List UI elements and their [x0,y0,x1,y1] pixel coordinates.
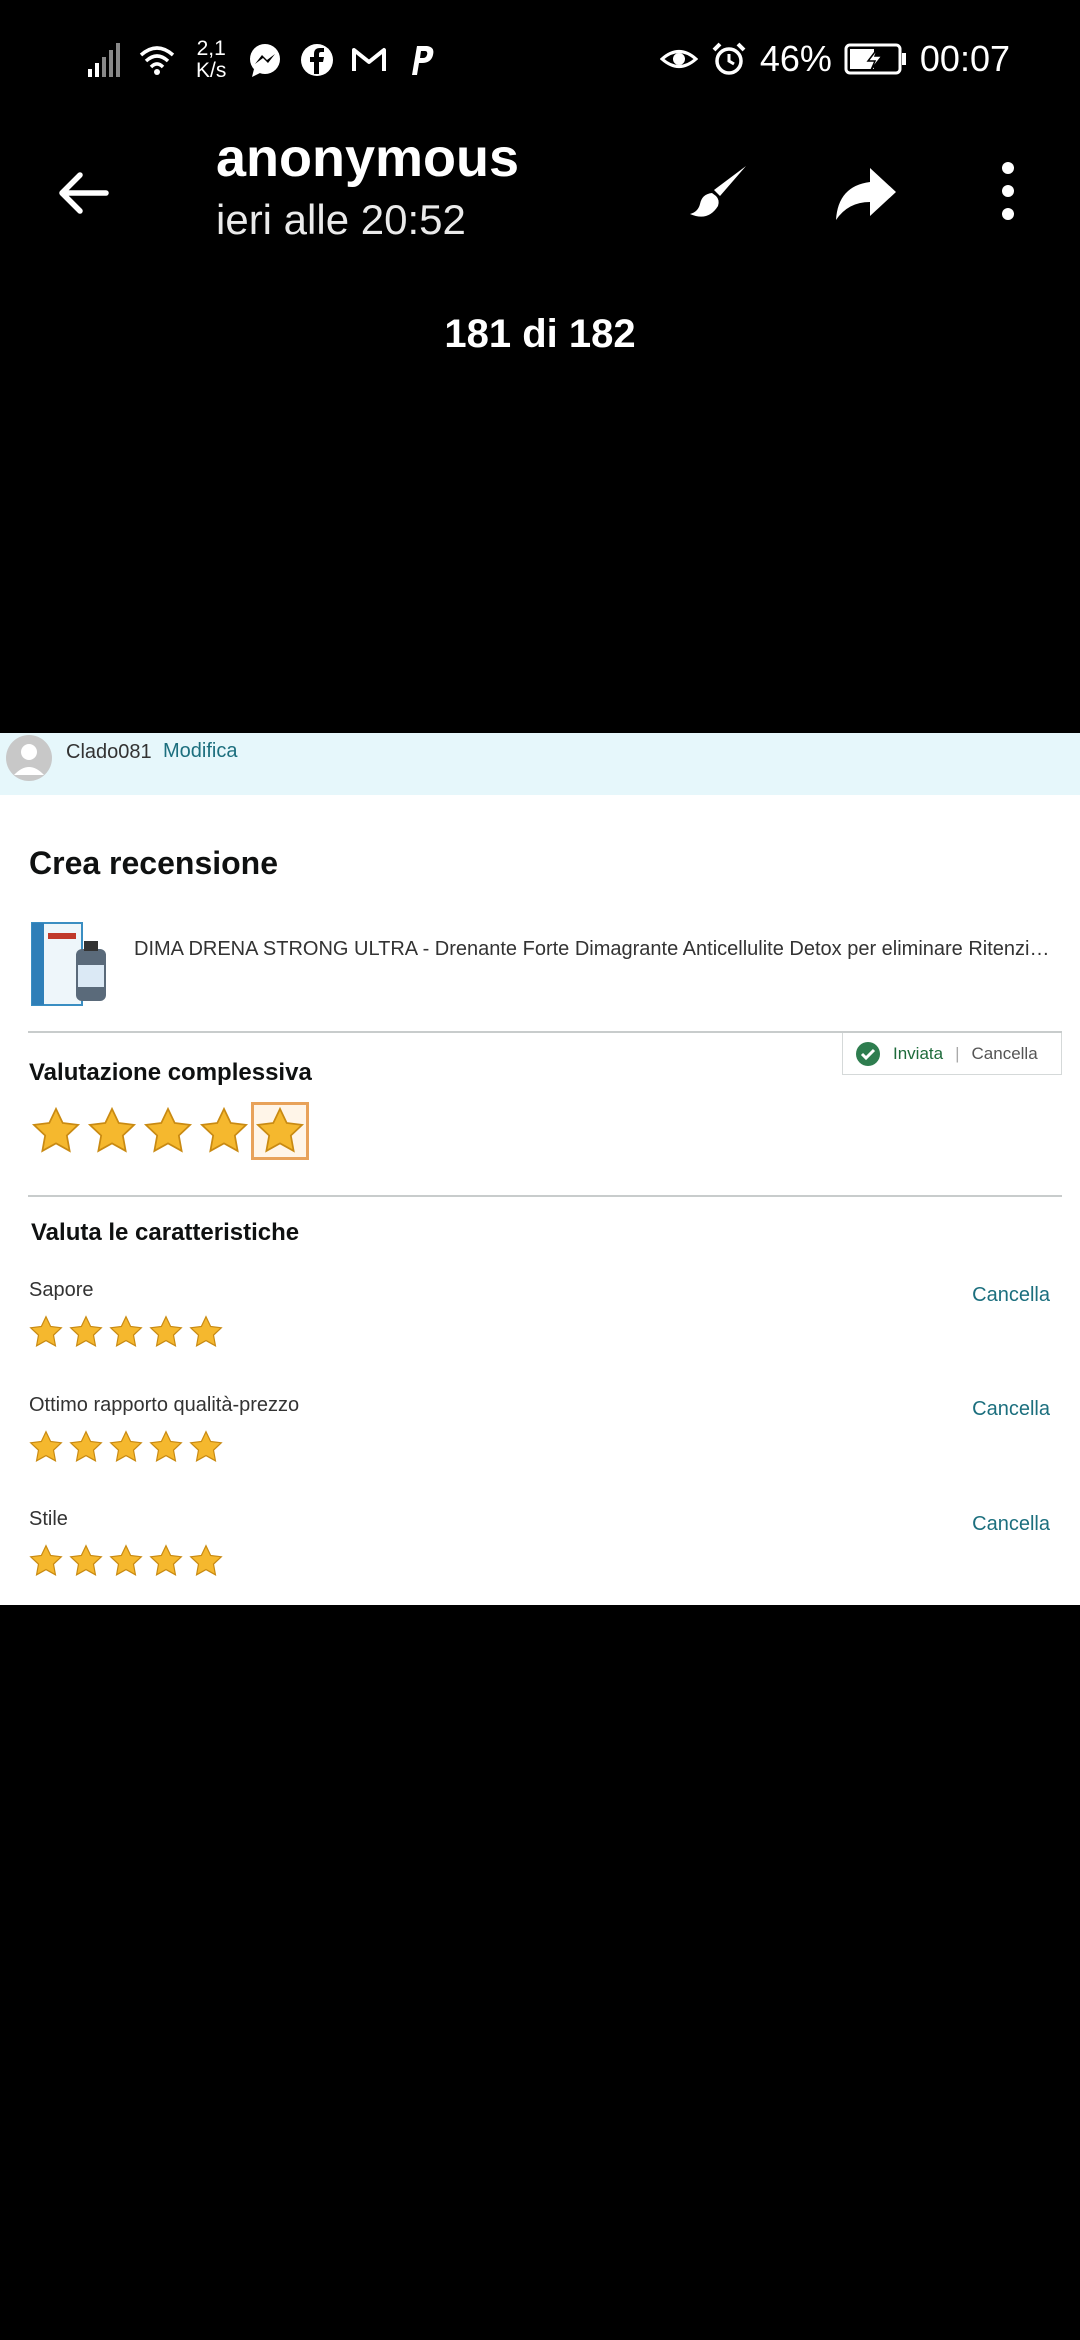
star-icon[interactable] [28,1314,64,1350]
review-screenshot[interactable]: Clado081 Modifica Crea recensione DIMA D… [0,733,1080,1605]
wifi-icon [139,46,175,75]
star-icon[interactable] [30,1105,82,1157]
feature-label-taste: Sapore [29,1279,94,1301]
eye-icon [659,50,698,68]
status-sent-label: Inviata [893,1043,944,1063]
person-icon [14,744,44,775]
feature-stars-taste[interactable] [28,1314,224,1350]
star-icon[interactable] [188,1314,224,1350]
clock: 00:07 [919,38,1010,79]
review-user-bar: Clado081 Modifica [0,733,1080,795]
status-bar-right: 46% 00:07 [659,38,1010,80]
sender-name: anonymous [216,128,520,188]
feature-cancel-style[interactable]: Cancella [972,1513,1050,1536]
feature-label-value: Ottimo rapporto qualità-prezzo [29,1394,300,1416]
star-icon[interactable] [188,1543,224,1579]
feature-stars-style[interactable] [28,1543,224,1579]
viewer-app-bar: anonymous ieri alle 20:52 [0,120,1080,250]
paypal-icon [412,46,434,75]
star-icon[interactable] [86,1105,138,1157]
network-speed-value: 2,1 [196,37,226,60]
star-icon[interactable] [251,1102,309,1160]
star-icon[interactable] [148,1314,184,1350]
page-title: Crea recensione [29,845,279,881]
feature-cancel-taste[interactable]: Cancella [972,1284,1050,1307]
star-icon[interactable] [68,1429,104,1465]
messenger-icon [250,44,281,77]
gmail-icon [352,48,387,71]
star-icon[interactable] [108,1429,144,1465]
star-icon[interactable] [148,1429,184,1465]
feature-stars-value[interactable] [28,1429,224,1465]
sent-timestamp: ieri alle 20:52 [216,196,466,243]
modify-link[interactable]: Modifica [163,740,237,763]
star-icon[interactable] [198,1105,250,1157]
star-icon[interactable] [142,1105,194,1157]
star-icon[interactable] [108,1314,144,1350]
more-options-icon[interactable] [978,156,1038,226]
sender-info: anonymous ieri alle 20:52 [216,124,519,248]
star-icon[interactable] [28,1543,64,1579]
star-icon[interactable] [68,1314,104,1350]
star-icon[interactable] [148,1543,184,1579]
user-name: Clado081 [66,741,152,763]
product-title[interactable]: DIMA DRENA STRONG ULTRA - Drenante Forte… [134,938,1054,961]
paint-brush-icon[interactable] [686,160,752,226]
overall-rating-label: Valutazione complessiva [29,1059,312,1086]
network-speed-unit: K/s [196,59,227,82]
network-speed: 2,1 K/s [196,38,226,82]
user-avatar [6,735,52,781]
battery-charging-icon [844,43,906,75]
status-bar: 2,1 K/s 46% 00:07 [0,0,1080,120]
status-bar-left: 2,1 K/s [86,38,440,82]
status-cancel-link[interactable]: Cancella [972,1044,1038,1064]
star-icon[interactable] [108,1543,144,1579]
overall-rating-stars[interactable] [30,1102,309,1160]
star-icon[interactable] [28,1429,64,1465]
facebook-icon [301,44,334,76]
review-status: Inviata | Cancella [842,1033,1062,1075]
alarm-icon [712,42,746,75]
check-circle-icon [856,1041,880,1066]
product-image [31,922,106,1006]
divider [28,1195,1062,1197]
separator: | [955,1043,960,1063]
back-arrow-icon[interactable] [50,160,116,226]
star-icon[interactable] [68,1543,104,1579]
feature-label-style: Stile [29,1508,68,1530]
star-icon[interactable] [188,1429,224,1465]
share-arrow-icon[interactable] [830,160,900,226]
cellular-signal-icon [88,43,120,77]
feature-cancel-value[interactable]: Cancella [972,1398,1050,1421]
battery-percentage: 46% [759,38,832,79]
image-counter: 181 di 182 [444,312,636,356]
features-label: Valuta le caratteristiche [31,1219,300,1246]
